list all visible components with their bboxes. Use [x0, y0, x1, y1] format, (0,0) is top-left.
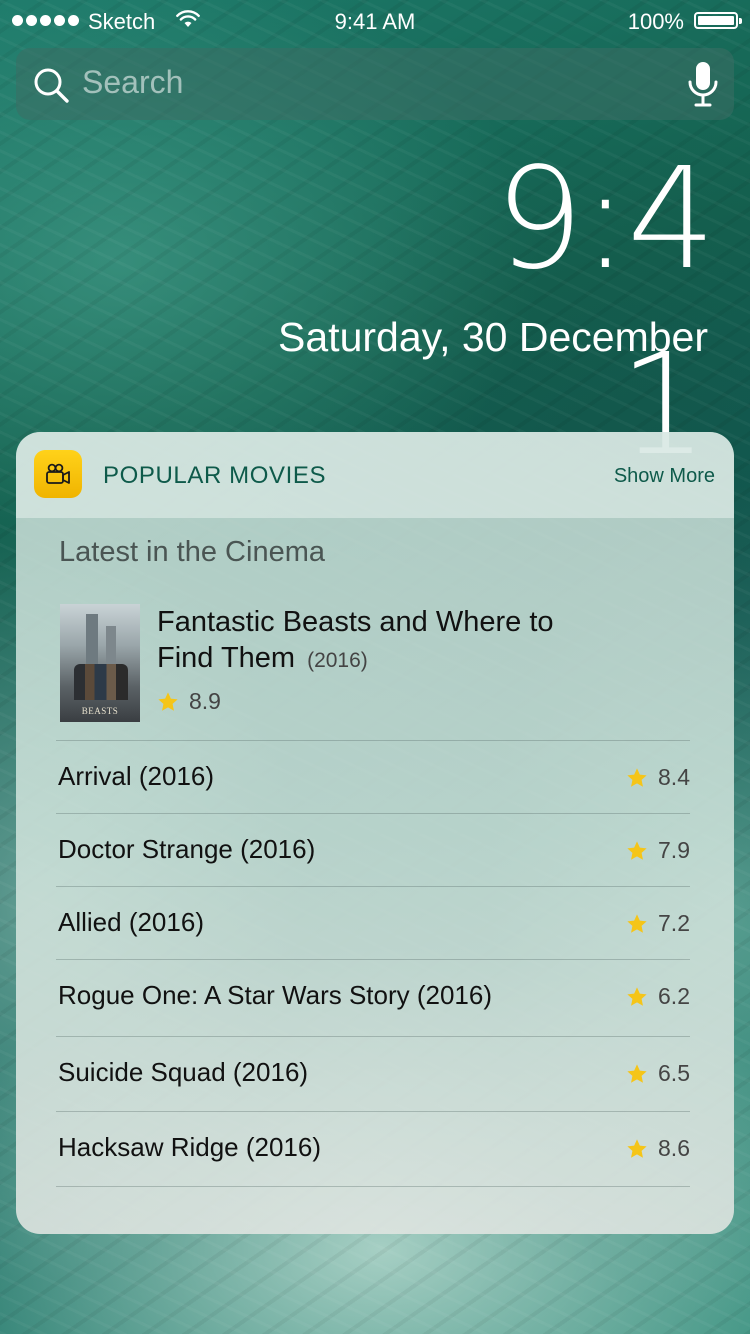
- status-bar: Sketch 9:41 AM 100%: [0, 0, 750, 40]
- movie-row[interactable]: Arrival (2016) 8.4: [56, 740, 690, 813]
- star-icon: [627, 767, 647, 787]
- movie-row[interactable]: Rogue One: A Star Wars Story (2016) 6.2: [56, 959, 690, 1036]
- movie-title: Doctor Strange (2016): [58, 834, 316, 864]
- movie-rating-value: 6.2: [658, 983, 690, 1009]
- movie-rating: 8.6: [626, 1135, 690, 1162]
- featured-rating-value: 8.9: [189, 688, 221, 714]
- movie-title: Rogue One: A Star Wars Story (2016): [58, 980, 493, 1010]
- movie-rating: 7.2: [626, 910, 690, 937]
- movie-rating: 7.9: [626, 837, 690, 864]
- lock-screen-date: Saturday, 30 December: [278, 314, 708, 360]
- movie-rating: 6.5: [626, 1060, 690, 1087]
- widget-header: POPULAR MOVIES Show More: [16, 432, 734, 518]
- movie-rating-value: 6.5: [658, 1060, 690, 1086]
- movie-rating-value: 8.6: [658, 1135, 690, 1161]
- star-icon: [627, 913, 647, 933]
- movie-row[interactable]: Suicide Squad (2016) 6.5: [56, 1036, 690, 1111]
- search-input[interactable]: Search: [82, 64, 183, 101]
- camera-glyph-icon: [46, 463, 70, 484]
- battery-percentage: 100%: [627, 9, 684, 34]
- lock-screen-time: 9:4: [494, 138, 716, 301]
- star-icon: [627, 986, 647, 1006]
- star-icon: [627, 840, 647, 860]
- movie-rating-value: 7.2: [658, 910, 690, 936]
- movie-row[interactable]: Allied (2016) 7.2: [56, 886, 690, 959]
- section-title: Latest in the Cinema: [59, 536, 325, 568]
- poster-caption: BEASTS: [81, 706, 119, 716]
- movie-title: Allied (2016): [58, 907, 204, 937]
- show-more-button[interactable]: Show More: [614, 465, 715, 488]
- movie-list: Arrival (2016) 8.4 Doctor Strange (2016) 7.…: [56, 740, 690, 1187]
- star-icon: [627, 1138, 647, 1158]
- movie-rating-value: 7.9: [658, 837, 690, 863]
- search-bar[interactable]: Search: [16, 48, 734, 120]
- movie-title: Arrival (2016): [58, 761, 215, 791]
- star-icon: [158, 691, 178, 711]
- movie-row[interactable]: Hacksaw Ridge (2016) 8.6: [56, 1111, 690, 1187]
- widget-title: POPULAR MOVIES: [103, 462, 327, 489]
- microphone-icon[interactable]: [686, 60, 720, 108]
- star-icon: [627, 1063, 647, 1083]
- movie-title: Hacksaw Ridge (2016): [58, 1132, 322, 1162]
- search-icon: [34, 68, 69, 103]
- movie-row[interactable]: Doctor Strange (2016) 7.9: [56, 813, 690, 886]
- movie-title: Suicide Squad (2016): [58, 1057, 309, 1087]
- movie-poster[interactable]: BEASTS: [60, 604, 140, 722]
- movie-camera-icon[interactable]: [34, 450, 82, 498]
- movie-rating: 6.2: [626, 983, 690, 1010]
- movie-rating-value: 8.4: [658, 764, 690, 790]
- featured-movie-title[interactable]: Fantastic Beasts and Where to Find Them(…: [157, 604, 617, 679]
- battery-icon: [694, 12, 742, 29]
- featured-movie-rating: 8.9: [157, 688, 221, 715]
- movie-rating: 8.4: [626, 764, 690, 791]
- featured-movie-year: (2016): [307, 649, 368, 672]
- popular-movies-widget: POPULAR MOVIES Show More Latest in the C…: [16, 432, 734, 1234]
